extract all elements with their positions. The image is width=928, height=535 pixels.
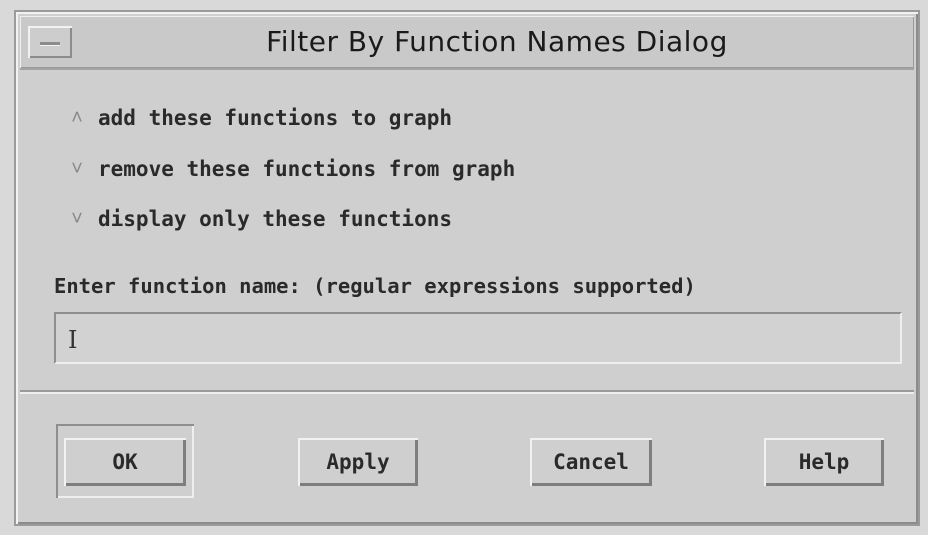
radio-selected-icon[interactable]: ˄ [64, 105, 90, 131]
radio-option-display-only[interactable]: ˅ display only these functions [64, 202, 452, 236]
button-area-separator [20, 390, 914, 394]
radio-label-add: add these functions to graph [98, 106, 453, 130]
screen: Filter By Function Names Dialog ˄ add th… [0, 0, 928, 535]
filter-dialog-window: Filter By Function Names Dialog ˄ add th… [14, 10, 920, 526]
cancel-button[interactable]: Cancel [530, 438, 652, 486]
help-button[interactable]: Help [764, 438, 884, 486]
radio-option-remove[interactable]: ˅ remove these functions from graph [64, 152, 515, 186]
dialog-title: Filter By Function Names Dialog [266, 25, 728, 58]
ok-button[interactable]: OK [64, 438, 186, 486]
radio-label-remove: remove these functions from graph [98, 157, 516, 181]
apply-button[interactable]: Apply [298, 438, 418, 486]
function-name-label: Enter function name: (regular expression… [54, 274, 696, 298]
title-bar[interactable]: Filter By Function Names Dialog [20, 16, 914, 70]
radio-unselected-icon[interactable]: ˅ [64, 206, 90, 232]
radio-unselected-icon[interactable]: ˅ [64, 156, 90, 182]
radio-option-add[interactable]: ˄ add these functions to graph [64, 101, 452, 135]
radio-label-display-only: display only these functions [98, 207, 453, 231]
function-name-input[interactable] [54, 312, 902, 364]
window-menu-button[interactable] [28, 26, 72, 58]
